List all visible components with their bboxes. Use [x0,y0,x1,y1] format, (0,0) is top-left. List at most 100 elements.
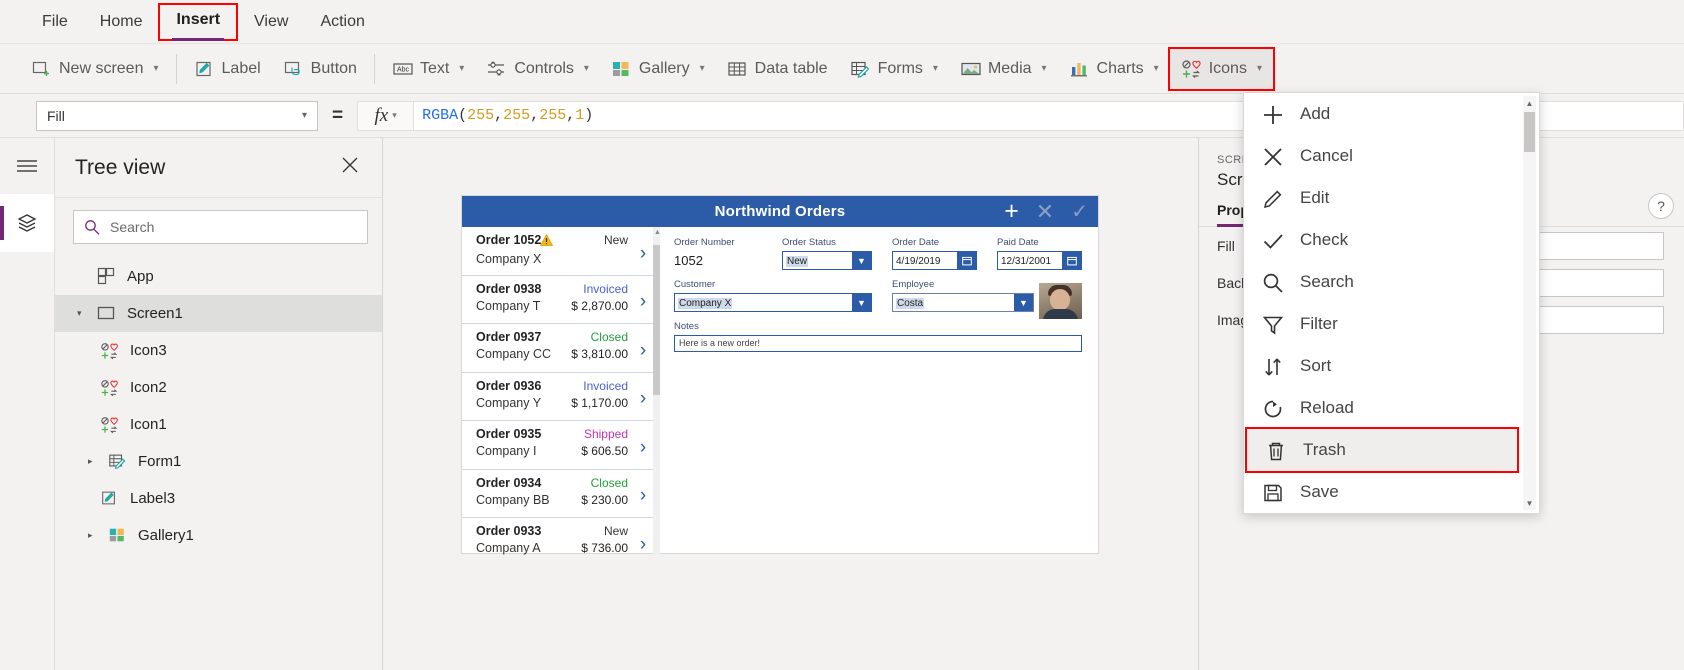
dropdown-item-cancel[interactable]: Cancel [1244,135,1526,177]
gallery-row-left: Order 0937 Company CC [476,330,571,372]
scroll-down-icon[interactable]: ▼ [1523,496,1536,510]
tree-expander[interactable]: ▸ [88,530,98,541]
field-notes: Notes Here is a new order! [674,321,1082,352]
gallery-scroll-thumb[interactable] [653,245,660,395]
gallery-row[interactable]: Order 1052 Company X New › [462,227,660,276]
chevron-right-icon[interactable]: › [632,282,654,324]
app-canvas: Northwind Orders + ✕ ✓ Order 1052 Compan… [383,138,1198,670]
menu-item-action[interactable]: Action [306,7,378,37]
tree-expander[interactable]: ▸ [88,456,98,467]
tree-node-app[interactable]: App [55,258,382,295]
gallery-row[interactable]: Order 0936 Company Y Invoiced $ 1,170.00… [462,373,660,421]
tree-node-label: Screen1 [127,305,183,322]
gallery-scrollbar[interactable]: ▲ [653,227,660,555]
ribbon-gallery-button[interactable]: Gallery ▾ [600,49,716,89]
help-question-icon[interactable]: ? [1648,193,1674,219]
dropdown-scrollbar[interactable]: ▲ ▼ [1523,96,1536,510]
ribbon-forms-button[interactable]: Forms ▾ [839,49,949,89]
chevron-right-icon[interactable]: › [632,524,654,555]
employee-dropdown[interactable]: Costa ▼ [892,293,1034,312]
paid-date-picker[interactable]: 12/31/2001 [997,251,1082,270]
order-date-picker[interactable]: 4/19/2019 [892,251,977,270]
app-body: Order 1052 Company X New › Order 0938 Co… [462,227,1098,555]
chevron-down-icon: ▾ [392,110,397,120]
tree-expander[interactable]: ▾ [77,308,87,319]
dropdown-item-check[interactable]: Check [1244,219,1526,261]
chevron-down-icon: ▾ [1256,63,1262,74]
tree-node-gallery1[interactable]: ▸ Gallery1 [55,517,382,554]
order-amount: $ 230.00 [581,492,628,507]
order-status: New [603,233,628,247]
gallery-row-right: New [604,233,632,275]
fx-button[interactable]: fx ▾ [357,100,414,131]
calendar-icon[interactable] [1062,252,1081,269]
ribbon-data-table-button[interactable]: Data table [716,49,839,89]
search-input[interactable]: Search [73,210,368,244]
close-icon[interactable] [340,155,360,180]
gallery-row[interactable]: Order 0937 Company CC Closed $ 3,810.00 … [462,324,660,373]
chevron-right-icon[interactable]: › [632,330,654,372]
ribbon-charts-button[interactable]: Charts ▾ [1058,49,1170,89]
field-order-status: Order Status New ▼ [782,237,872,270]
chevron-down-icon[interactable]: ▼ [852,294,871,311]
property-selector[interactable]: Fill ▾ [36,100,318,131]
tree-node-label3[interactable]: Label3 [55,480,382,517]
tree-node-icon1[interactable]: Icon1 [55,406,382,443]
ribbon-text-button[interactable]: Abc Text ▾ [381,49,475,89]
chevron-right-icon[interactable]: › [632,476,654,518]
order-amount: $ 2,870.00 [571,298,628,313]
ribbon-label: Gallery [638,59,690,77]
dropdown-scroll-thumb[interactable] [1524,112,1535,152]
ribbon-icons-button[interactable]: Icons ▾ [1167,46,1275,91]
gallery-row[interactable]: Order 0934 Company BB Closed $ 230.00 › [462,470,660,518]
gallery-row[interactable]: Order 0935 Company I Shipped $ 606.50 › [462,421,660,470]
ribbon-media-button[interactable]: Media ▾ [949,49,1058,89]
chevron-down-icon[interactable]: ▼ [852,252,871,269]
dropdown-item-add[interactable]: Add [1244,93,1526,135]
dropdown-item-save[interactable]: Save [1244,471,1526,513]
ribbon-label-button[interactable]: Label [183,49,272,89]
dropdown-item-edit[interactable]: Edit [1244,177,1526,219]
order-status-dropdown[interactable]: New ▼ [782,251,872,270]
trash-bin-icon [1265,440,1285,461]
calendar-icon[interactable] [957,252,976,269]
tree-node-label: Gallery1 [138,527,194,544]
tree-node-icon2[interactable]: Icon2 [55,369,382,406]
dropdown-item-label: Save [1300,482,1339,501]
chevron-right-icon[interactable]: › [632,427,654,469]
tree-node-form1[interactable]: ▸ Form1 [55,443,382,480]
chevron-right-icon[interactable]: › [632,233,654,275]
rail-tree-view-button[interactable] [0,194,54,252]
dropdown-item-filter[interactable]: Filter [1244,303,1526,345]
scroll-up-icon[interactable]: ▲ [1523,96,1536,110]
ribbon-button-button[interactable]: Button [272,49,368,89]
search-placeholder: Search [110,219,155,235]
chevron-right-icon[interactable]: › [632,379,654,421]
gallery-squares-icon [611,59,631,79]
orders-gallery[interactable]: Order 1052 Company X New › Order 0938 Co… [462,227,660,555]
check-icon[interactable]: ✓ [1071,202,1088,222]
gallery-row[interactable]: Order 0938 Company T Invoiced $ 2,870.00… [462,276,660,324]
dropdown-item-trash[interactable]: Trash [1245,427,1519,473]
tree-node-icon3[interactable]: Icon3 [55,332,382,369]
new-screen-icon [31,59,51,79]
menu-item-view[interactable]: View [240,7,302,37]
menu-item-insert[interactable]: Insert [158,2,239,41]
app-icon [97,267,117,287]
hamburger-menu-button[interactable] [0,138,54,194]
dropdown-item-search[interactable]: Search [1244,261,1526,303]
ribbon-new-screen-button[interactable]: New screen ▾ [20,49,170,89]
plus-icon[interactable]: + [1004,199,1019,224]
customer-dropdown[interactable]: Company X ▼ [674,293,872,312]
dropdown-item-sort[interactable]: Sort [1244,345,1526,387]
menu-item-file[interactable]: File [28,7,82,37]
cancel-x-icon[interactable]: ✕ [1036,200,1054,223]
ribbon-controls-button[interactable]: Controls ▾ [475,49,600,89]
notes-input[interactable]: Here is a new order! [674,335,1082,352]
dropdown-item-reload[interactable]: Reload [1244,387,1526,429]
menu-item-home[interactable]: Home [86,7,157,37]
order-amount: $ 606.50 [581,444,628,458]
tree-node-screen1[interactable]: ▾ Screen1 [55,295,382,332]
chevron-down-icon[interactable]: ▼ [1014,294,1033,311]
gallery-row[interactable]: Order 0933 Company A New $ 736.00 › [462,518,660,555]
